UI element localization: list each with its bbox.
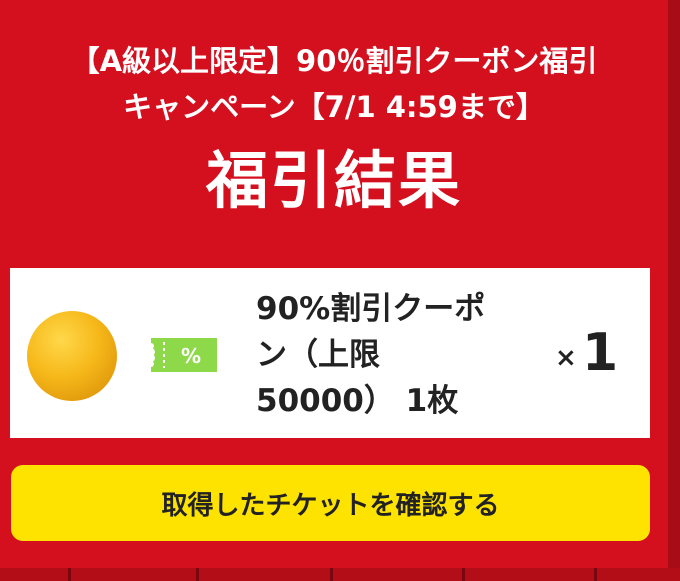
right-edge-strip [668, 0, 680, 581]
coupon-percent-symbol: % [181, 344, 201, 368]
prize-name-line2: ン（上限 [256, 337, 380, 373]
lottery-ball-icon [27, 311, 117, 401]
confirm-tickets-button[interactable]: 取得したチケットを確認する [11, 465, 650, 541]
prize-name: 90%割引クーポ ン（上限 50000） 1枚 [256, 286, 516, 424]
result-title: 福引結果 [205, 144, 462, 217]
bottom-edge-strip [0, 568, 680, 581]
campaign-title-line1: 【A級以上限定】90％割引クーポン福引 [70, 44, 598, 78]
quantity-multiplier: × [555, 343, 577, 373]
prize-name-line1: 90%割引クーポ [256, 291, 486, 327]
prize-name-line3: 50000） 1枚 [256, 383, 459, 419]
campaign-title: 【A級以上限定】90％割引クーポン福引 キャンペーン【7/1 4:59まで】 [0, 38, 668, 130]
quantity-value: 1 [582, 323, 619, 383]
confirm-tickets-label: 取得したチケットを確認する [161, 490, 500, 521]
coupon-ticket-icon: % [151, 338, 217, 372]
prize-card: % 90%割引クーポ ン（上限 50000） 1枚 × 1 [10, 268, 650, 438]
campaign-title-line2: キャンペーン【7/1 4:59まで】 [123, 90, 545, 124]
